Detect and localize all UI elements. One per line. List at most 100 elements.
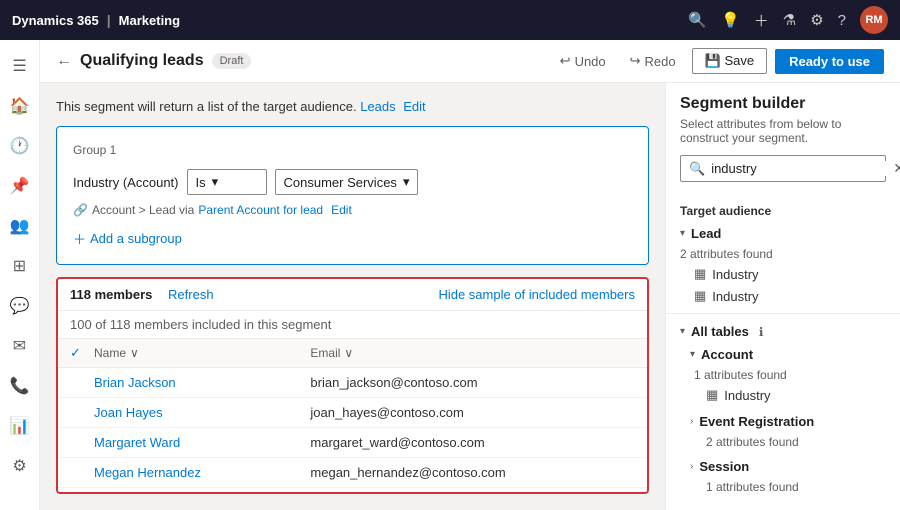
sidebar-chat-icon[interactable]: 💬 bbox=[2, 288, 38, 324]
table-row[interactable]: Brian Jackson brian_jackson@contoso.com bbox=[58, 368, 647, 398]
segment-info: This segment will return a list of the t… bbox=[56, 99, 649, 114]
members-section: 118 members Refresh Hide sample of inclu… bbox=[56, 277, 649, 494]
refresh-link[interactable]: Refresh bbox=[168, 287, 214, 302]
main-panel: This segment will return a list of the t… bbox=[40, 83, 665, 510]
table-header: ✓ Name ∨ Email ∨ bbox=[58, 339, 647, 368]
sidebar-recent-icon[interactable]: 🕐 bbox=[2, 128, 38, 164]
sidebar-phone-icon[interactable]: 📞 bbox=[2, 368, 38, 404]
brand-logo: Dynamics 365 | Marketing bbox=[12, 12, 180, 28]
segment-edit-link[interactable]: Edit bbox=[403, 99, 425, 114]
session-sublabel: 1 attributes found bbox=[666, 478, 900, 496]
table-row[interactable]: Margaret Ward margaret_ward@contoso.com bbox=[58, 428, 647, 458]
segment-entity-link[interactable]: Leads bbox=[360, 99, 395, 114]
grid-icon-1: ▦ bbox=[694, 266, 706, 282]
filter-icon[interactable]: ⚗ bbox=[783, 11, 796, 29]
redo-label: Redo bbox=[645, 54, 676, 69]
all-tables-header[interactable]: ▾ All tables ℹ bbox=[666, 320, 900, 343]
member-email: brian_jackson@contoso.com bbox=[310, 375, 635, 390]
info-icon: ℹ bbox=[759, 325, 764, 339]
event-section-header[interactable]: › Event Registration bbox=[666, 410, 900, 433]
condition-value-dropdown[interactable]: Consumer Services ▾ bbox=[275, 169, 419, 195]
builder-subtitle: Select attributes from below to construc… bbox=[680, 117, 886, 145]
brand-name: Dynamics 365 bbox=[12, 13, 99, 28]
add-subgroup-button[interactable]: ＋ Add a subgroup bbox=[73, 229, 182, 248]
builder-results: Target audience ▾ Lead 2 attributes foun… bbox=[666, 190, 900, 510]
sidebar-home-icon[interactable]: 🏠 bbox=[2, 88, 38, 124]
name-column-header[interactable]: Name ∨ bbox=[94, 346, 310, 360]
builder-title: Segment builder bbox=[680, 95, 886, 113]
add-icon[interactable]: ＋ bbox=[754, 10, 769, 31]
group-label: Group 1 bbox=[73, 143, 632, 157]
account-industry-attr[interactable]: ▦ Industry bbox=[666, 384, 900, 406]
sidebar-settings2-icon[interactable]: ⚙ bbox=[2, 448, 38, 484]
save-button[interactable]: 💾 Save bbox=[692, 48, 767, 74]
plus-icon: ＋ bbox=[73, 229, 86, 248]
search-box[interactable]: 🔍 ✕ bbox=[680, 155, 886, 182]
help-icon[interactable]: ? bbox=[838, 12, 846, 29]
table-row[interactable]: Joan Hayes joan_hayes@contoso.com bbox=[58, 398, 647, 428]
member-email: margaret_ward@contoso.com bbox=[310, 435, 635, 450]
path-link[interactable]: Parent Account for lead bbox=[198, 203, 323, 217]
members-header: 118 members Refresh Hide sample of inclu… bbox=[58, 279, 647, 311]
member-name[interactable]: Margaret Ward bbox=[94, 435, 310, 450]
parent-path: 🔗 Account > Lead via Parent Account for … bbox=[73, 203, 632, 217]
content-area: ← Qualifying leads Draft ↩ Undo ↪ Redo 💾… bbox=[40, 40, 900, 510]
members-subtext: 100 of 118 members included in this segm… bbox=[58, 311, 647, 339]
header-actions: ↩ Undo ↪ Redo 💾 Save Ready to use bbox=[552, 48, 884, 74]
hide-members-link[interactable]: Hide sample of included members bbox=[438, 287, 635, 302]
sidebar-pin-icon[interactable]: 📌 bbox=[2, 168, 38, 204]
account-section-header[interactable]: ▾ Account bbox=[666, 343, 900, 366]
member-name[interactable]: Brian Jackson bbox=[94, 375, 310, 390]
top-navigation: Dynamics 365 | Marketing 🔍 💡 ＋ ⚗ ⚙ ? RM bbox=[0, 0, 900, 40]
search-input[interactable] bbox=[711, 161, 887, 176]
member-name[interactable]: Joan Hayes bbox=[94, 405, 310, 420]
event-section-label: Event Registration bbox=[699, 414, 814, 429]
lead-section-header[interactable]: ▾ Lead bbox=[666, 222, 900, 245]
email-column-header[interactable]: Email ∨ bbox=[310, 346, 635, 360]
sidebar-mail-icon[interactable]: ✉ bbox=[2, 328, 38, 364]
target-audience-label: Target audience bbox=[666, 198, 900, 222]
redo-icon: ↪ bbox=[630, 53, 641, 69]
clear-search-icon[interactable]: ✕ bbox=[893, 160, 900, 177]
settings-icon[interactable]: ⚙ bbox=[810, 11, 823, 29]
chevron-down-icon-account: ▾ bbox=[690, 349, 695, 360]
group-box: Group 1 Industry (Account) Is ▾ Consumer… bbox=[56, 126, 649, 265]
session-section-header[interactable]: › Session bbox=[666, 455, 900, 478]
table-row[interactable]: Megan Hernandez megan_hernandez@contoso.… bbox=[58, 458, 647, 488]
chevron-right-icon-event: › bbox=[690, 416, 693, 427]
path-edit-link[interactable]: Edit bbox=[331, 203, 352, 217]
ready-to-use-button[interactable]: Ready to use bbox=[775, 49, 884, 74]
chevron-down-icon-lead: ▾ bbox=[680, 228, 685, 239]
main-layout: ☰ 🏠 🕐 📌 👥 ⊞ 💬 ✉ 📞 📊 ⚙ ← Qualifying leads… bbox=[0, 40, 900, 510]
lead-section-label: Lead bbox=[691, 226, 721, 241]
sidebar-grid-icon[interactable]: ⊞ bbox=[2, 248, 38, 284]
check-column-header: ✓ bbox=[70, 345, 94, 361]
sidebar-menu-icon[interactable]: ☰ bbox=[2, 48, 38, 84]
segment-info-text: This segment will return a list of the t… bbox=[56, 99, 357, 114]
member-email: joan_hayes@contoso.com bbox=[310, 405, 635, 420]
avatar[interactable]: RM bbox=[860, 6, 888, 34]
redo-button[interactable]: ↪ Redo bbox=[622, 49, 684, 73]
back-button[interactable]: ← bbox=[56, 52, 72, 70]
lightbulb-icon[interactable]: 💡 bbox=[721, 11, 740, 29]
undo-button[interactable]: ↩ Undo bbox=[552, 49, 614, 73]
sidebar-people-icon[interactable]: 👥 bbox=[2, 208, 38, 244]
condition-operator-dropdown[interactable]: Is ▾ bbox=[187, 169, 267, 195]
brand-separator: | bbox=[107, 12, 111, 28]
session-section-label: Session bbox=[699, 459, 749, 474]
table-row[interactable]: Julie Howard julie_howard@contoso.com bbox=[58, 488, 647, 494]
member-name[interactable]: Megan Hernandez bbox=[94, 465, 310, 480]
chevron-down-icon-all: ▾ bbox=[680, 326, 685, 337]
account-section-label: Account bbox=[701, 347, 753, 362]
condition-op-label: Is bbox=[196, 175, 206, 190]
content-split: This segment will return a list of the t… bbox=[40, 83, 900, 510]
path-text: Account > Lead via bbox=[92, 203, 194, 217]
sidebar-book-icon[interactable]: 📊 bbox=[2, 408, 38, 444]
lead-industry-attr-2[interactable]: ▦ Industry bbox=[666, 285, 900, 307]
search-icon[interactable]: 🔍 bbox=[688, 11, 707, 29]
grid-icon-2: ▦ bbox=[694, 288, 706, 304]
member-email: megan_hernandez@contoso.com bbox=[310, 465, 635, 480]
lead-industry-attr-1[interactable]: ▦ Industry bbox=[666, 263, 900, 285]
page-header: ← Qualifying leads Draft ↩ Undo ↪ Redo 💾… bbox=[40, 40, 900, 83]
lead-sublabel: 2 attributes found bbox=[666, 245, 900, 263]
